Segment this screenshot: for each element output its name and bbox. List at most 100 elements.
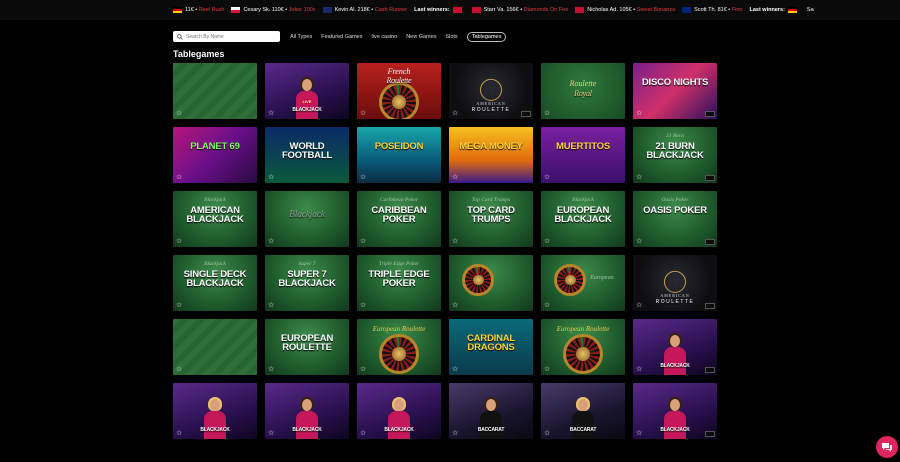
game-tile-live-blackjack-1[interactable]: BLACKJACK ☆ <box>633 319 717 375</box>
game-tile-american-blackjack[interactable]: Blackjack AMERICAN BLACKJACK ☆ <box>173 191 257 247</box>
favorite-star-icon[interactable]: ☆ <box>452 429 458 437</box>
favorite-star-icon[interactable]: ☆ <box>268 301 274 309</box>
winner-game[interactable]: Reel Rush <box>199 7 225 13</box>
game-tile-super-7-blackjack[interactable]: Super 7 SUPER 7 BLACKJACK ☆ <box>265 255 349 311</box>
favorite-star-icon[interactable]: ☆ <box>636 237 642 245</box>
tab-featured-games[interactable]: Featured Games <box>321 34 362 40</box>
game-tile-planet-69[interactable]: PLANET 69 ☆ <box>173 127 257 183</box>
tab-tablegames[interactable]: Tablegames <box>466 31 507 42</box>
tab-all-types[interactable]: All Types <box>290 34 312 40</box>
favorite-star-icon[interactable]: ☆ <box>176 429 182 437</box>
favorite-star-icon[interactable]: ☆ <box>544 365 550 373</box>
game-tile-american-roulette[interactable]: AMERICAN ROULETTE ☆ <box>449 63 533 119</box>
tab-live-casino[interactable]: live casino <box>372 34 398 40</box>
game-tile-muertitos[interactable]: MUERTITOS ☆ <box>541 127 625 183</box>
winner-game[interactable]: Finn <box>732 7 743 13</box>
roulette-wheel-icon <box>563 333 603 374</box>
game-tile-european-roulette-table[interactable]: European ☆ <box>541 255 625 311</box>
favorite-star-icon[interactable]: ☆ <box>544 301 550 309</box>
game-tile-live-baccarat-1[interactable]: BACCARAT ☆ <box>449 383 533 439</box>
game-title: BACCARAT <box>569 427 597 433</box>
favorite-star-icon[interactable]: ☆ <box>544 429 550 437</box>
favorite-star-icon[interactable]: ☆ <box>360 173 366 181</box>
favorite-star-icon[interactable]: ☆ <box>360 109 366 117</box>
game-tile-baccarat-table[interactable]: ☆ <box>173 63 257 119</box>
game-title: EUROPEAN BLACKJACK <box>554 205 612 225</box>
provider-badge-icon <box>705 111 715 117</box>
game-tile-european-roulette-wheel[interactable]: European Roulette ☆ <box>357 319 441 375</box>
game-tile-roulette-royal[interactable]: Roulette Royal ☆ <box>541 63 625 119</box>
game-tile-live-blackjack-4[interactable]: BLACKJACK ☆ <box>357 383 441 439</box>
favorite-star-icon[interactable]: ☆ <box>360 365 366 373</box>
game-tile-european-roulette[interactable]: EUROPEAN ROULETTE ☆ <box>265 319 349 375</box>
favorite-star-icon[interactable]: ☆ <box>268 429 274 437</box>
game-tile-gold-of-poseidon[interactable]: POSEIDON ☆ <box>357 127 441 183</box>
favorite-star-icon[interactable]: ☆ <box>176 237 182 245</box>
game-tile-european-roulette-2[interactable]: European Roulette ☆ <box>541 319 625 375</box>
favorite-star-icon[interactable]: ☆ <box>452 109 458 117</box>
search-bar[interactable] <box>173 31 280 42</box>
favorite-star-icon[interactable]: ☆ <box>452 173 458 181</box>
game-tile-world-football[interactable]: WORLD FOOTBALL ☆ <box>265 127 349 183</box>
winner-game[interactable]: Cash Runner <box>375 7 407 13</box>
game-title: MUERTITOS <box>556 141 610 152</box>
tab-new-games[interactable]: New Games <box>406 34 436 40</box>
favorite-star-icon[interactable]: ☆ <box>544 109 550 117</box>
game-tile-21-burn-blackjack[interactable]: 21 Burn 21 BURN BLACKJACK ☆ <box>633 127 717 183</box>
game-tile-disco-nights[interactable]: DISCO NIGHTS ☆ <box>633 63 717 119</box>
favorite-star-icon[interactable]: ☆ <box>360 429 366 437</box>
favorite-star-icon[interactable]: ☆ <box>360 301 366 309</box>
game-tile-top-card-trumps[interactable]: Top Card Trumps TOP CARD TRUMPS ☆ <box>449 191 533 247</box>
favorite-star-icon[interactable]: ☆ <box>268 173 274 181</box>
favorite-star-icon[interactable]: ☆ <box>176 365 182 373</box>
ticker-item: Kevin Al. 218€ • Cash Runner <box>322 0 407 20</box>
game-thumbnail <box>173 127 257 183</box>
game-tile-live-baccarat-2[interactable]: BACCARAT ☆ <box>541 383 625 439</box>
winner-game[interactable]: Diamonds On Fire <box>524 7 569 13</box>
game-tile-mega-money[interactable]: MEGA MONEY ☆ <box>449 127 533 183</box>
favorite-star-icon[interactable]: ☆ <box>360 237 366 245</box>
search-input[interactable] <box>183 33 276 40</box>
favorite-star-icon[interactable]: ☆ <box>176 109 182 117</box>
game-tile-american-roulette-2[interactable]: AMERICAN ROULETTE ☆ <box>633 255 717 311</box>
chat-button[interactable] <box>876 436 898 458</box>
game-tile-french-roulette[interactable]: French Roulette ☆ <box>357 63 441 119</box>
favorite-star-icon[interactable]: ☆ <box>636 365 642 373</box>
favorite-star-icon[interactable]: ☆ <box>636 109 642 117</box>
game-tile-baccarat-table-2[interactable]: ☆ <box>173 319 257 375</box>
favorite-star-icon[interactable]: ☆ <box>452 237 458 245</box>
favorite-star-icon[interactable]: ☆ <box>176 173 182 181</box>
game-tile-live-blackjack-5[interactable]: BLACKJACK ☆ <box>633 383 717 439</box>
game-tile-triple-edge-poker[interactable]: Triple Edge Poker TRIPLE EDGE POKER ☆ <box>357 255 441 311</box>
favorite-star-icon[interactable]: ☆ <box>268 365 274 373</box>
favorite-star-icon[interactable]: ☆ <box>268 237 274 245</box>
game-tile-cardinal-dragons[interactable]: CARDINAL DRAGONS ☆ <box>449 319 533 375</box>
favorite-star-icon[interactable]: ☆ <box>452 301 458 309</box>
favorite-star-icon[interactable]: ☆ <box>636 301 642 309</box>
favorite-star-icon[interactable]: ☆ <box>544 237 550 245</box>
favorite-star-icon[interactable]: ☆ <box>636 173 642 181</box>
game-tile-oasis-poker[interactable]: Oasis Poker OASIS POKER ☆ <box>633 191 717 247</box>
favorite-star-icon[interactable]: ☆ <box>544 173 550 181</box>
ticker-item: 11€ • Reel Rush <box>173 0 224 20</box>
game-subtitle: French <box>387 67 411 76</box>
game-title: TRIPLE EDGE POKER <box>368 269 430 289</box>
winner-game[interactable]: Sweet Bonanza <box>637 7 676 13</box>
game-tile-european-blackjack[interactable]: Blackjack EUROPEAN BLACKJACK ☆ <box>541 191 625 247</box>
game-tile-american-roulette-table[interactable]: ☆ <box>449 255 533 311</box>
favorite-star-icon[interactable]: ☆ <box>636 429 642 437</box>
flag-icon <box>231 6 241 13</box>
game-tile-blackjack-table[interactable]: Blackjack ☆ <box>265 191 349 247</box>
game-tile-caribbean-poker[interactable]: Caribbean Poker CARIBBEAN POKER ☆ <box>357 191 441 247</box>
tab-slots[interactable]: Slots <box>445 34 457 40</box>
favorite-star-icon[interactable]: ☆ <box>176 301 182 309</box>
favorite-star-icon[interactable]: ☆ <box>268 109 274 117</box>
winner-game[interactable]: Joker 100x <box>289 7 316 13</box>
game-tile-blackjack-live[interactable]: BLACKJACK LIVE ☆ <box>265 63 349 119</box>
game-tile-live-blackjack-3[interactable]: BLACKJACK ☆ <box>265 383 349 439</box>
game-title: ROULETTE <box>655 299 695 305</box>
game-tile-single-deck-blackjack[interactable]: Blackjack SINGLE DECK BLACKJACK ☆ <box>173 255 257 311</box>
game-title: BLACKJACK <box>384 427 414 433</box>
favorite-star-icon[interactable]: ☆ <box>452 365 458 373</box>
game-tile-live-blackjack-2[interactable]: BLACKJACK ☆ <box>173 383 257 439</box>
